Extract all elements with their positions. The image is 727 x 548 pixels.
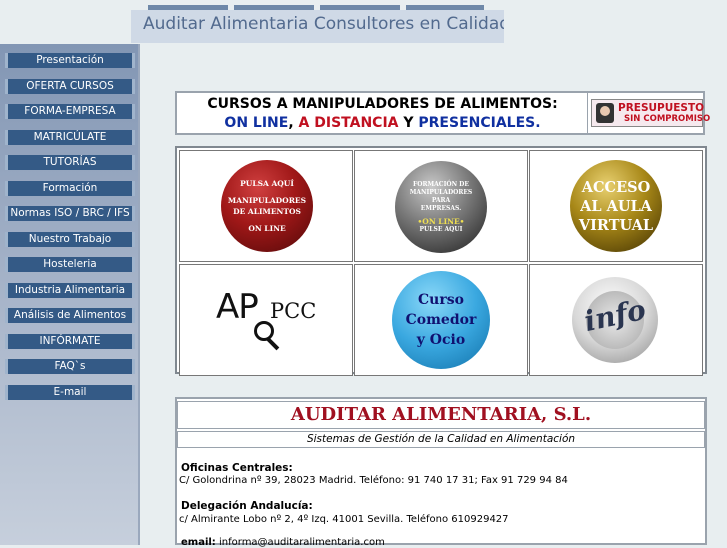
sidebar-item-normas[interactable]: Normas ISO / BRC / IFS [5, 206, 135, 221]
site-title: Auditar Alimentaria Consultores en Calid… [131, 10, 504, 43]
sidebar: Presentación OFERTA CURSOS FORMA-EMPRESA… [0, 44, 140, 545]
al-aula-text: AL AULA [580, 197, 652, 215]
empresas-button-image: FORMACIÓN DE MANIPULADORES PARA EMPRESAS… [395, 161, 487, 253]
curso-text: Curso [418, 292, 464, 308]
appcc-tile[interactable]: AP PCC [179, 264, 353, 376]
empresas-text: EMPRESAS. [420, 204, 462, 212]
company-info: AUDITAR ALIMENTARIA, S.L. Sistemas de Ge… [175, 397, 707, 548]
empresas-online-text: •ON LINE• [417, 216, 465, 226]
company-subtitle: Sistemas de Gestión de la Calidad en Ali… [177, 431, 705, 448]
sidebar-item-faq[interactable]: FAQ`s [5, 359, 135, 374]
formacion-empresas-tile[interactable]: FORMACIÓN DE MANIPULADORES PARA EMPRESAS… [354, 150, 528, 262]
virtual-text: VIRTUAL [578, 216, 654, 234]
on-line-text: ON LINE [248, 224, 286, 233]
de-alimentos-text: DE ALIMENTOS [233, 207, 301, 216]
sidebar-item-informate[interactable]: INFÓRMATE [5, 334, 135, 349]
empresas-text: FORMACIÓN DE [413, 180, 469, 188]
curso-comedor-tile[interactable]: Curso Comedor y Ocio [354, 264, 528, 376]
sidebar-item-formacion[interactable]: Formación [5, 181, 135, 196]
magnifier-icon [254, 321, 274, 341]
sidebar-item-matriculate[interactable]: MATRICÚLATE [5, 130, 135, 145]
empresas-pulse-text: PULSE AQUI [419, 225, 463, 233]
presupuesto-button[interactable]: PRESUPUESTO SIN COMPROMISO [591, 99, 710, 127]
andalucia-office-title: Delegación Andalucía: [181, 500, 313, 512]
banner-divider [587, 93, 588, 133]
appcc-pcc-text: PCC [270, 299, 317, 323]
sidebar-item-nuestro-trabajo[interactable]: Nuestro Trabajo [5, 232, 135, 247]
info-ring-icon: info [572, 277, 658, 363]
email-label: email: [181, 537, 216, 548]
andalucia-office-address: c/ Almirante Lobo nº 2, 4º Izq. 41001 Se… [179, 514, 509, 525]
email-link[interactable]: informa@auditaralimentaria.com [219, 537, 385, 548]
curso-comedor-button-image: Curso Comedor y Ocio [392, 271, 490, 369]
sidebar-item-tutorias[interactable]: TUTORÍAS [5, 155, 135, 170]
presupuesto-label: PRESUPUESTO [618, 102, 705, 114]
courses-banner-line1: CURSOS A MANIPULADORES DE ALIMENTOS: [207, 96, 558, 112]
online-label: ON LINE [224, 115, 289, 131]
appcc-logo: AP PCC [216, 287, 326, 355]
sin-compromiso-label: SIN COMPROMISO [624, 114, 711, 124]
empresas-text: PARA [431, 196, 451, 204]
person-icon [596, 103, 614, 123]
top-bar: Auditar Alimentaria Consultores en Calid… [0, 0, 727, 44]
manipuladores-button-image: PULSA AQUÍ MANIPULADORES DE ALIMENTOS ON… [221, 160, 313, 252]
aula-virtual-tile[interactable]: ACCESO AL AULA VIRTUAL [529, 150, 703, 262]
sidebar-item-forma-empresa[interactable]: FORMA-EMPRESA [5, 104, 135, 119]
comedor-text: Comedor [405, 312, 477, 328]
empresas-text: MANIPULADORES [409, 188, 473, 196]
courses-banner-text: CURSOS A MANIPULADORES DE ALIMENTOS: ON … [177, 95, 588, 133]
sidebar-item-hosteleria[interactable]: Hosteleria [5, 257, 135, 272]
magnifier-handle [266, 337, 280, 351]
presenciales-label: PRESENCIALES. [418, 115, 541, 131]
sidebar-item-analisis[interactable]: Análisis de Alimentos [5, 308, 135, 323]
info-tile[interactable]: info [529, 264, 703, 376]
acceso-text: ACCESO [581, 178, 651, 196]
y-ocio-text: y Ocio [416, 332, 466, 348]
manipuladores-online-tile[interactable]: PULSA AQUÍ MANIPULADORES DE ALIMENTOS ON… [179, 150, 353, 262]
separator: Y [398, 115, 419, 131]
separator: , [288, 115, 299, 131]
appcc-ap-text: AP [216, 287, 259, 327]
central-office-title: Oficinas Centrales: [181, 462, 293, 474]
courses-banner: CURSOS A MANIPULADORES DE ALIMENTOS: ON … [175, 91, 710, 135]
company-name: AUDITAR ALIMENTARIA, S.L. [177, 401, 705, 429]
distancia-label: A DISTANCIA [298, 115, 399, 131]
pulsa-aqui-text: PULSA AQUÍ [240, 179, 294, 188]
aula-virtual-button-image: ACCESO AL AULA VIRTUAL [570, 160, 662, 252]
email-line: email: informa@auditaralimentaria.com [181, 537, 385, 548]
sidebar-item-presentacion[interactable]: Presentación [5, 53, 135, 68]
central-office-address: C/ Golondrina nº 39, 28023 Madrid. Teléf… [179, 475, 568, 486]
sidebar-item-oferta-cursos[interactable]: OFERTA CURSOS [5, 79, 135, 94]
course-grid: PULSA AQUÍ MANIPULADORES DE ALIMENTOS ON… [175, 146, 707, 376]
sidebar-item-email[interactable]: E-mail [5, 385, 135, 400]
sidebar-item-industria-alimentaria[interactable]: Industria Alimentaria [5, 283, 135, 298]
manipuladores-text: MANIPULADORES [227, 196, 307, 205]
